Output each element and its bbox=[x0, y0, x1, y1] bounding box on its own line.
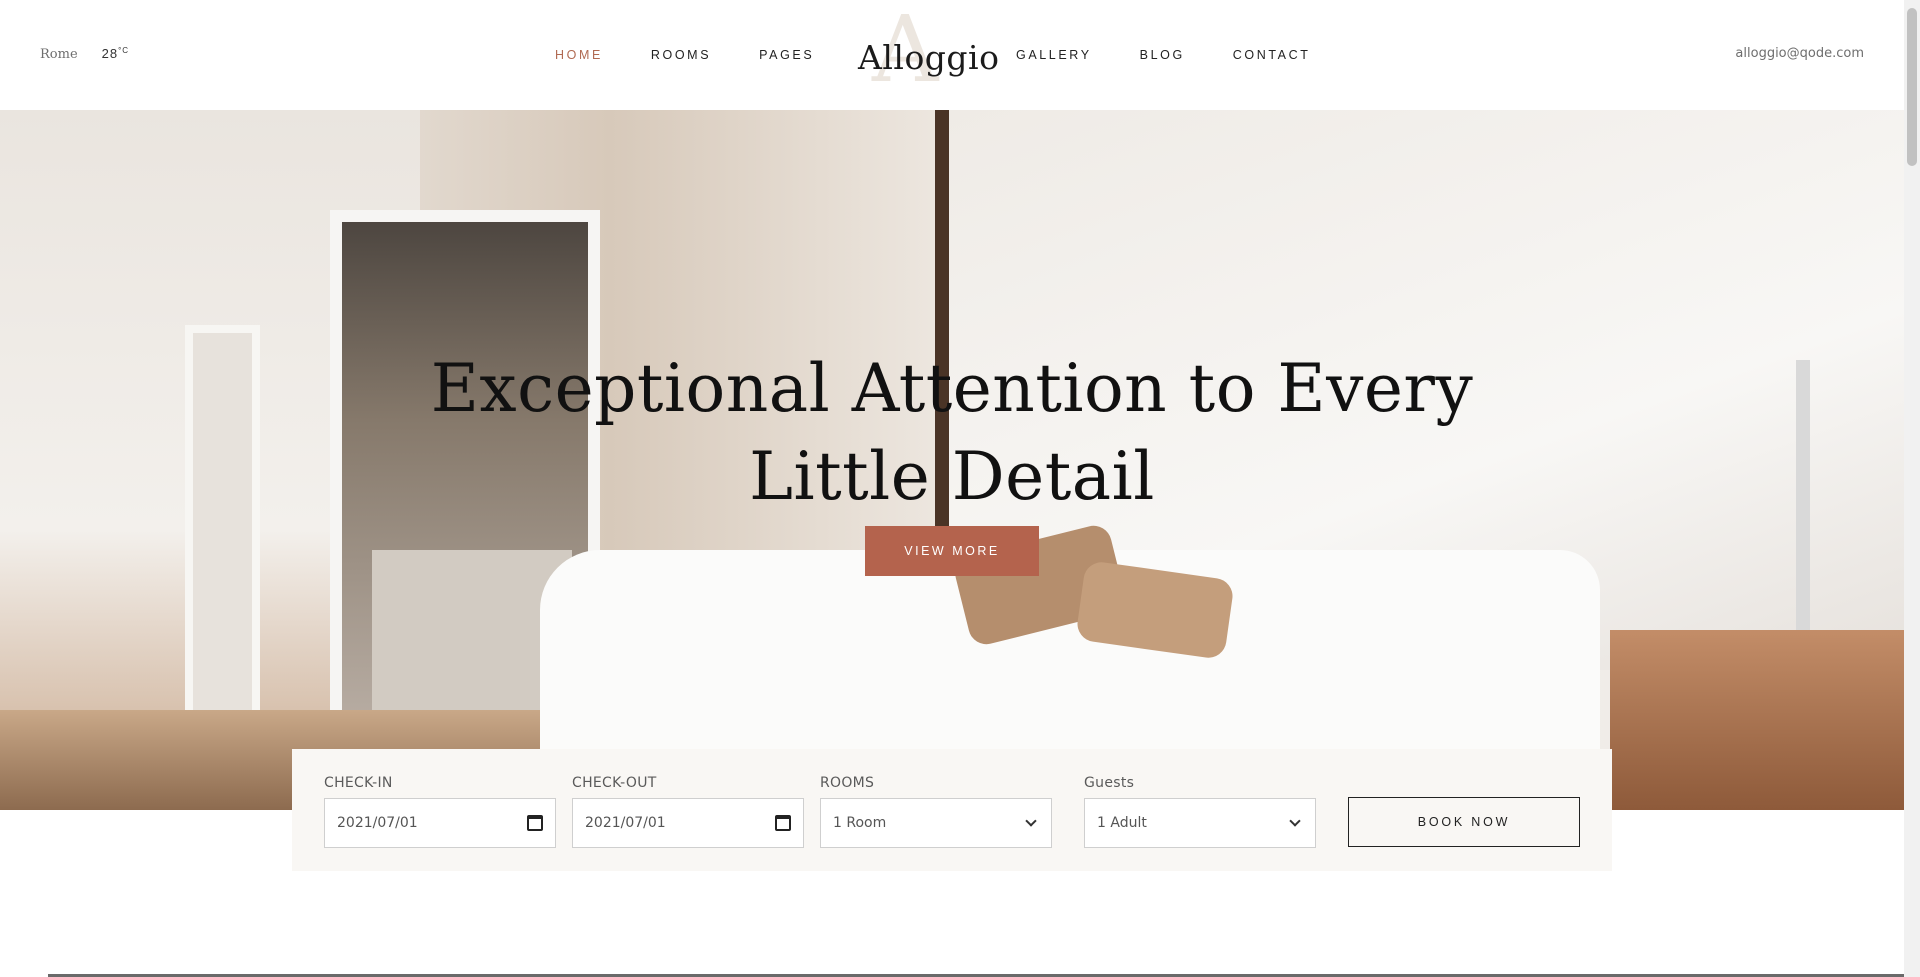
weather-temperature: 28°C bbox=[102, 46, 129, 61]
hero-title-line2: Little Detail bbox=[749, 438, 1155, 515]
checkin-label: CHECK-IN bbox=[324, 775, 393, 791]
site-header: Rome 28°C HOME ROOMS PAGES A Alloggio GA… bbox=[0, 0, 1904, 110]
hero-title: Exceptional Attention to Every Little De… bbox=[0, 345, 1904, 521]
guests-select[interactable]: 1 Adult bbox=[1084, 798, 1316, 848]
checkout-value: 2021/07/01 bbox=[585, 815, 666, 831]
site-logo[interactable]: A Alloggio bbox=[858, 4, 999, 98]
guests-value: 1 Adult bbox=[1097, 815, 1147, 831]
hero-title-line1: Exceptional Attention to Every bbox=[430, 350, 1474, 427]
chevron-down-icon bbox=[1289, 815, 1301, 827]
checkin-value: 2021/07/01 bbox=[337, 815, 418, 831]
rooms-value: 1 Room bbox=[833, 815, 887, 831]
main-nav-right: GALLERY BLOG CONTACT bbox=[1016, 48, 1358, 62]
book-now-button[interactable]: BOOK NOW bbox=[1348, 797, 1580, 847]
weather-city: Rome bbox=[40, 47, 78, 62]
logo-text: Alloggio bbox=[858, 38, 1000, 77]
main-nav-left: HOME ROOMS PAGES bbox=[555, 48, 862, 62]
nav-home[interactable]: HOME bbox=[555, 48, 603, 62]
scrollbar-thumb[interactable] bbox=[1907, 8, 1917, 166]
temperature-value: 28 bbox=[101, 46, 119, 61]
guests-field: Guests 1 Adult bbox=[1084, 775, 1316, 848]
nav-rooms[interactable]: ROOMS bbox=[651, 48, 711, 62]
nav-blog[interactable]: BLOG bbox=[1140, 48, 1185, 62]
hero-section: Exceptional Attention to Every Little De… bbox=[0, 110, 1904, 810]
checkout-input[interactable]: 2021/07/01 bbox=[572, 798, 804, 848]
header-email-link[interactable]: alloggio@qode.com bbox=[1735, 46, 1864, 61]
nav-pages[interactable]: PAGES bbox=[759, 48, 814, 62]
view-more-button[interactable]: VIEW MORE bbox=[865, 526, 1039, 576]
nav-contact[interactable]: CONTACT bbox=[1233, 48, 1311, 62]
rooms-label: ROOMS bbox=[820, 775, 875, 791]
booking-form: CHECK-IN 2021/07/01 CHECK-OUT 2021/07/01… bbox=[292, 749, 1612, 871]
checkout-label: CHECK-OUT bbox=[572, 775, 657, 791]
guests-label: Guests bbox=[1084, 775, 1135, 791]
hero-image-nightstand bbox=[1610, 630, 1904, 810]
page-scrollbar[interactable] bbox=[1904, 0, 1920, 977]
temperature-unit: °C bbox=[118, 46, 130, 55]
nav-gallery[interactable]: GALLERY bbox=[1016, 48, 1092, 62]
checkout-field: CHECK-OUT 2021/07/01 bbox=[572, 775, 804, 848]
checkin-input[interactable]: 2021/07/01 bbox=[324, 798, 556, 848]
rooms-field: ROOMS 1 Room bbox=[820, 775, 1052, 848]
weather-widget: Rome 28°C bbox=[40, 46, 129, 62]
rooms-select[interactable]: 1 Room bbox=[820, 798, 1052, 848]
checkin-field: CHECK-IN 2021/07/01 bbox=[324, 775, 556, 848]
calendar-icon[interactable] bbox=[775, 815, 791, 831]
chevron-down-icon bbox=[1025, 815, 1037, 827]
calendar-icon[interactable] bbox=[527, 815, 543, 831]
